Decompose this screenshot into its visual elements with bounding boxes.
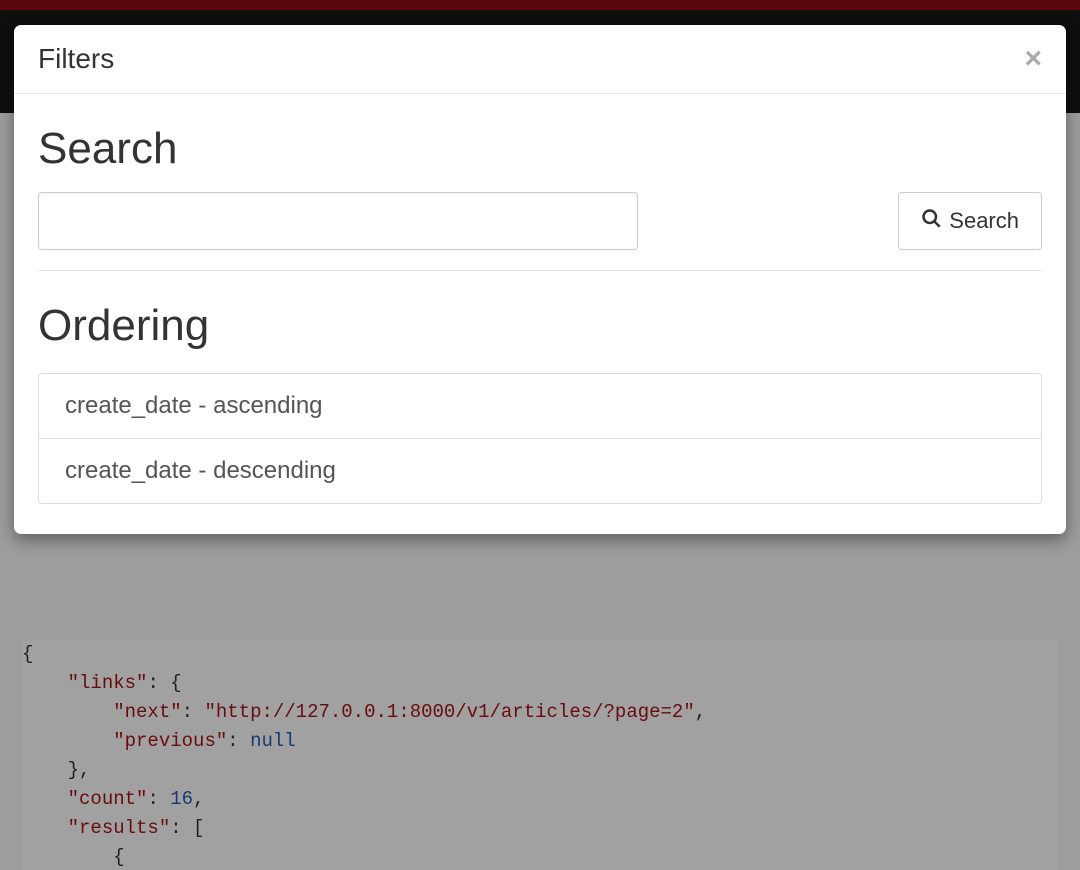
search-button[interactable]: Search: [898, 192, 1042, 250]
ordering-option-desc[interactable]: create_date - descending: [39, 438, 1041, 503]
ordering-list: create_date - ascending create_date - de…: [38, 373, 1042, 504]
search-button-label: Search: [949, 208, 1019, 234]
modal-title: Filters: [38, 43, 114, 75]
divider: [38, 270, 1042, 271]
filters-modal: Filters × Search Search Ordering create_…: [14, 25, 1066, 534]
ordering-heading: Ordering: [38, 301, 1042, 351]
search-input[interactable]: [38, 192, 638, 250]
ordering-option-asc[interactable]: create_date - ascending: [39, 374, 1041, 438]
search-heading: Search: [38, 124, 1042, 174]
close-icon[interactable]: ×: [1024, 44, 1042, 74]
search-icon: [921, 208, 941, 234]
